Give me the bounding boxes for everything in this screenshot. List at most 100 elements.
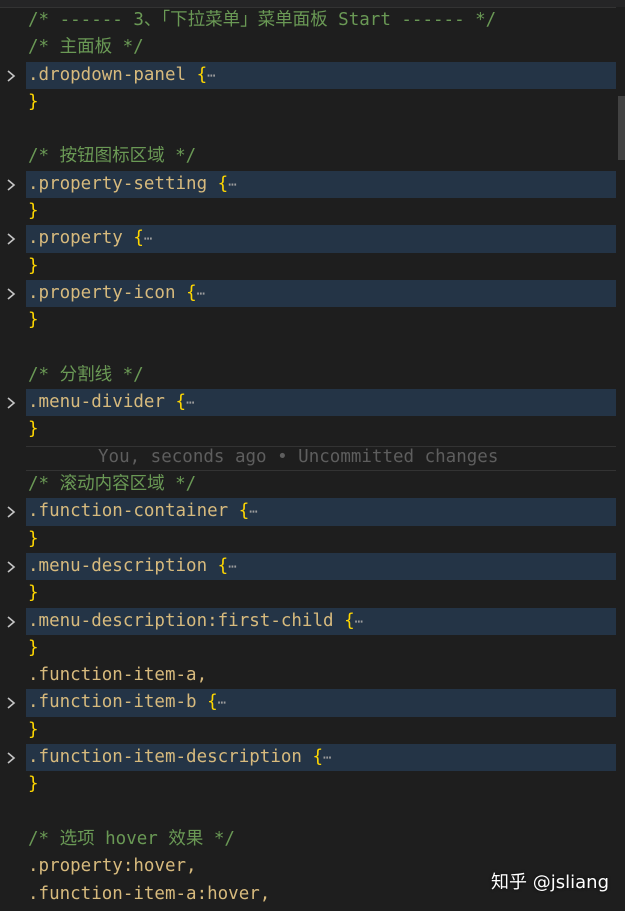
code-content: .function-item-description {⋯: [28, 744, 331, 772]
open-brace: {: [196, 64, 208, 85]
code-line: }: [0, 526, 616, 553]
watermark: 知乎 @jsliang: [491, 872, 609, 893]
folded-ellipsis[interactable]: ⋯: [355, 614, 363, 630]
chevron-right-icon[interactable]: [4, 225, 18, 252]
open-brace: {: [175, 392, 187, 413]
css-selector[interactable]: .function-item-a,: [28, 665, 207, 685]
code-content: .dropdown-panel {⋯: [28, 62, 216, 90]
open-brace: {: [238, 501, 250, 522]
chevron-right-icon[interactable]: [4, 744, 18, 771]
code-line: }: [0, 416, 616, 443]
code-line: You, seconds ago • Uncommitted changes: [0, 444, 616, 472]
open-brace: {: [133, 228, 144, 249]
code-content: }: [28, 580, 39, 607]
close-brace: }: [28, 774, 39, 795]
code-line: }: [0, 771, 616, 798]
chevron-right-icon[interactable]: [4, 280, 18, 307]
css-selector[interactable]: .menu-description: [28, 556, 207, 576]
code-content: .property:hover,: [28, 853, 197, 880]
css-selector[interactable]: .menu-divider: [28, 392, 165, 412]
code-content: }: [28, 307, 39, 334]
code-content: }: [28, 717, 39, 744]
chevron-right-icon[interactable]: [4, 553, 18, 580]
folded-ellipsis[interactable]: ⋯: [228, 559, 236, 575]
code-line: .menu-description:first-child {⋯: [0, 607, 616, 636]
code-content: .property {⋯: [28, 225, 152, 253]
code-line: .function-item-a,: [0, 662, 616, 689]
code-content: .menu-description {⋯: [28, 553, 237, 581]
folded-ellipsis[interactable]: ⋯: [228, 177, 236, 193]
css-selector[interactable]: .function-item-b: [28, 692, 197, 712]
close-brace: }: [28, 528, 39, 549]
code-content: .function-container {⋯: [28, 498, 258, 526]
close-brace: }: [28, 719, 39, 740]
close-brace: }: [28, 201, 39, 222]
code-line: /* ------ 3、「下拉菜单」菜单面板 Start ------ */: [0, 7, 616, 34]
open-brace: {: [186, 282, 197, 303]
code-content: .function-item-b {⋯: [28, 689, 226, 717]
css-selector[interactable]: .dropdown-panel: [28, 65, 186, 85]
code-content: .function-item-a:hover,: [28, 881, 270, 908]
chevron-right-icon[interactable]: [4, 171, 18, 198]
chevron-right-icon[interactable]: [4, 62, 18, 89]
folded-ellipsis[interactable]: ⋯: [218, 695, 226, 711]
code-comment: /* 滚动内容区域 */: [28, 474, 197, 495]
folded-ellipsis[interactable]: ⋯: [249, 504, 257, 520]
code-content: }: [28, 198, 39, 225]
code-line: .menu-description {⋯: [0, 552, 616, 581]
close-brace: }: [28, 310, 39, 331]
open-brace: {: [344, 610, 355, 631]
code-line: /* 主面板 */: [0, 34, 616, 61]
git-blame-annotation[interactable]: You, seconds ago • Uncommitted changes: [98, 444, 498, 471]
code-line: }: [0, 307, 616, 334]
code-content: }: [28, 253, 39, 280]
code-content: }: [28, 526, 39, 553]
css-selector[interactable]: .function-item-description: [28, 747, 302, 767]
code-line: .property-setting {⋯: [0, 170, 616, 199]
code-line: }: [0, 198, 616, 225]
close-brace: }: [28, 255, 39, 276]
folded-ellipsis[interactable]: ⋯: [186, 395, 194, 411]
css-selector[interactable]: .property-icon: [28, 283, 176, 303]
code-line: }: [0, 89, 616, 116]
folded-ellipsis[interactable]: ⋯: [197, 286, 205, 302]
css-selector[interactable]: .property: [28, 228, 123, 248]
code-line: }: [0, 253, 616, 280]
css-selector[interactable]: .property-setting: [28, 174, 207, 194]
code-content: }: [28, 416, 39, 443]
chevron-right-icon[interactable]: [4, 389, 18, 416]
code-line: /* 滚动内容区域 */: [0, 471, 616, 498]
code-line: /* 按钮图标区域 */: [0, 143, 616, 170]
code-content: .function-item-a,: [28, 662, 207, 689]
code-line: .function-item-description {⋯: [0, 744, 616, 772]
chevron-right-icon[interactable]: [4, 689, 18, 716]
folded-ellipsis[interactable]: ⋯: [323, 750, 331, 766]
code-editor[interactable]: /* ------ 3、「下拉菜单」菜单面板 Start ------ */ /*…: [0, 7, 616, 908]
folded-ellipsis[interactable]: ⋯: [144, 231, 152, 247]
code-line: .property {⋯: [0, 225, 616, 253]
code-line: .function-item-b {⋯: [0, 689, 616, 717]
css-selector[interactable]: .property:hover,: [28, 856, 197, 876]
chevron-right-icon[interactable]: [4, 608, 18, 635]
css-selector[interactable]: .function-container: [28, 501, 228, 521]
code-content: }: [28, 89, 39, 116]
code-content: .menu-description:first-child {⋯: [28, 608, 363, 636]
code-line: .function-container {⋯: [0, 498, 616, 526]
scrollbar-thumb[interactable]: [618, 96, 625, 160]
code-content: }: [28, 771, 39, 798]
code-line: }: [0, 635, 616, 662]
code-comment: /* 主面板 */: [28, 37, 144, 58]
code-comment: /* 分割线 */: [28, 364, 144, 385]
close-brace: }: [28, 583, 39, 604]
close-brace: }: [28, 91, 39, 112]
css-selector[interactable]: .function-item-a:hover,: [28, 884, 270, 904]
code-line: /* 分割线 */: [0, 362, 616, 389]
css-selector[interactable]: .menu-description:first-child: [28, 611, 334, 631]
open-brace: {: [207, 692, 218, 713]
code-line: }: [0, 717, 616, 744]
folded-ellipsis[interactable]: ⋯: [207, 68, 215, 84]
chevron-right-icon[interactable]: [4, 498, 18, 525]
code-content: .menu-divider {⋯: [28, 389, 195, 417]
